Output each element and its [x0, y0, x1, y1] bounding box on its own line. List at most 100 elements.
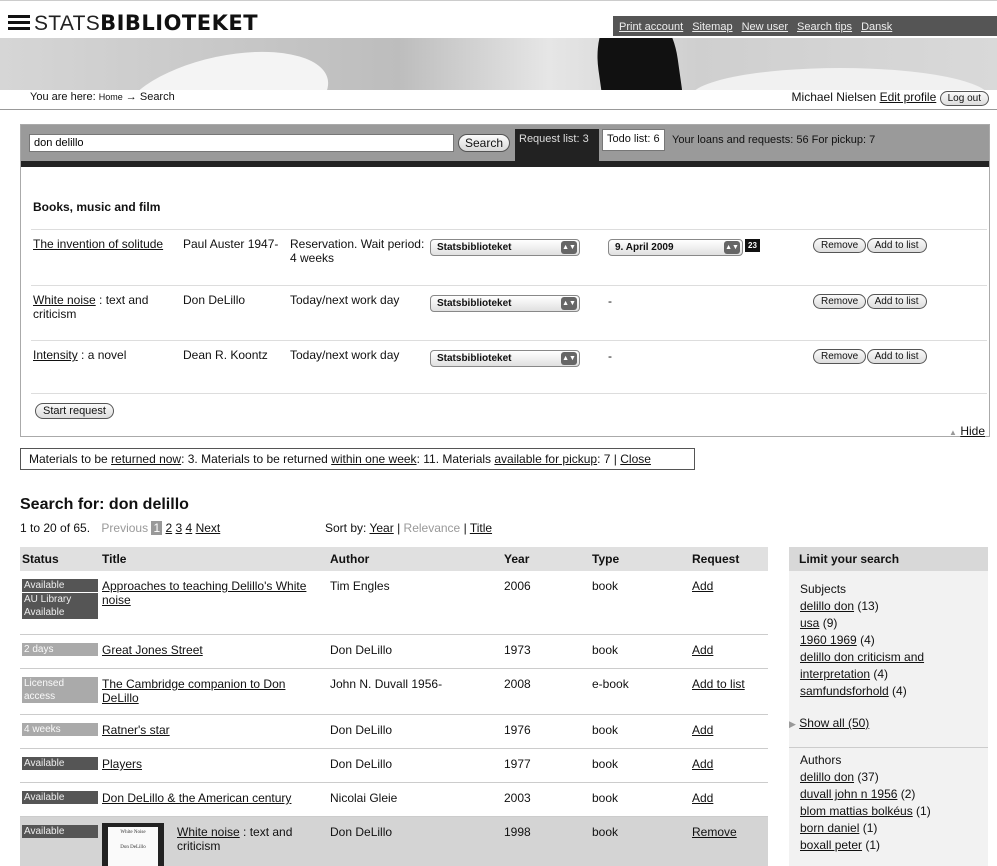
materials-notice: Materials to be returned now: 3. Materia… [20, 448, 695, 470]
add-to-list-button[interactable]: Add to list [866, 349, 927, 364]
add-to-list-button[interactable]: Add to list [866, 294, 927, 309]
nav-sitemap[interactable]: Sitemap [692, 21, 732, 33]
breadcrumb: You are here: Home → Search [30, 91, 175, 103]
loans-summary[interactable]: Your loans and requests: 56 For pickup: … [672, 134, 875, 146]
facet-link[interactable]: delillo don criticism and interpretation [800, 650, 924, 681]
result-title-link[interactable]: White noise [177, 825, 240, 839]
request-add-link[interactable]: Add [692, 723, 713, 737]
request-add-link[interactable]: Add [692, 643, 713, 657]
result-title-link[interactable]: Great Jones Street [102, 643, 203, 657]
book-cover-image[interactable]: White Noise Don DeLillo [102, 823, 164, 866]
result-year: 2006 [504, 579, 531, 593]
location-select[interactable]: Statsbiblioteket ▲▼ [430, 295, 580, 312]
date-value: - [608, 294, 612, 308]
nav-print-account[interactable]: Print account [619, 21, 683, 33]
tab-todo-list[interactable]: Todo list: 6 [602, 129, 665, 151]
column-type: Type [592, 552, 620, 566]
facet-link[interactable]: usa [800, 616, 819, 630]
column-status: Status [22, 552, 59, 566]
request-add-link[interactable]: Add [692, 757, 713, 771]
result-title-link[interactable]: The Cambridge companion to Don DeLillo [102, 677, 285, 705]
site-logo[interactable]: STATSBIBLIOTEKET [8, 11, 258, 36]
sidebar-title: Limit your search [789, 547, 988, 571]
status-badge: Licensed access [22, 677, 98, 703]
status-badge: AU Library Available [22, 593, 98, 619]
request-add-link[interactable]: Add [692, 791, 713, 805]
add-to-list-link[interactable]: Add to list [692, 677, 745, 691]
search-button[interactable]: Search [458, 134, 511, 152]
result-title-link[interactable]: Ratner's star [102, 723, 170, 737]
location-select[interactable]: Statsbiblioteket ▲▼ [430, 239, 580, 256]
calendar-icon[interactable]: 23 [745, 239, 760, 252]
search-bar: Search Request list: 3 Todo list: 6 Your… [21, 125, 989, 161]
result-author: Nicolai Gleie [330, 791, 398, 805]
within-one-week-link[interactable]: within one week [331, 452, 416, 466]
previous-link: Previous [101, 521, 149, 535]
divider [789, 747, 988, 748]
result-type: book [592, 579, 619, 593]
result-type: e-book [592, 677, 629, 691]
hide-link[interactable]: ▲ Hide [949, 424, 985, 438]
top-nav: Print account Sitemap New user Search tips D… [613, 16, 997, 36]
result-year: 1973 [504, 643, 531, 657]
authors-facet: Authors delillo don (37) duvall john n 1… [800, 752, 990, 854]
select-arrows-icon: ▲▼ [561, 241, 577, 254]
nav-dansk[interactable]: Dansk [861, 21, 892, 33]
facet-link[interactable]: duvall john n 1956 [800, 787, 897, 801]
breadcrumb-home[interactable]: Home [99, 92, 123, 102]
request-title: Intensity : a novel [33, 348, 127, 362]
subjects-facet: Subjects delillo don (13) usa (9) 1960 1… [800, 581, 980, 700]
edit-profile-link[interactable]: Edit profile [880, 90, 937, 104]
facet-link[interactable]: born daniel [800, 821, 859, 835]
column-author: Author [330, 552, 370, 566]
result-title-link[interactable]: Players [102, 757, 142, 771]
sort-controls: Sort by: Year | Relevance | Title [325, 521, 493, 535]
result-title-link[interactable]: Approaches to teaching Delillo's White n… [102, 579, 306, 607]
select-arrows-icon: ▲▼ [561, 297, 577, 310]
table-row: 4 weeks Ratner's star Don DeLillo 1976 b… [20, 715, 768, 749]
pagination: 1 to 20 of 65. Previous 1 2 3 4 Next [20, 521, 220, 535]
facet-link[interactable]: 1960 1969 [800, 633, 857, 647]
request-remove-link[interactable]: Remove [692, 825, 737, 839]
show-all-subjects[interactable]: ▶ Show all (50) [789, 715, 869, 733]
page-link-2[interactable]: 2 [165, 521, 172, 535]
nav-new-user[interactable]: New user [742, 21, 788, 33]
result-year: 1998 [504, 825, 531, 839]
result-year: 1976 [504, 723, 531, 737]
facet-link[interactable]: delillo don [800, 599, 854, 613]
result-type: book [592, 643, 619, 657]
start-request-button[interactable]: Start request [35, 403, 114, 419]
user-info: Michael Nielsen Edit profile Log out [792, 90, 989, 106]
date-select[interactable]: 9. April 2009 ▲▼ [608, 239, 743, 256]
add-to-list-button[interactable]: Add to list [866, 238, 927, 253]
tab-request-list[interactable]: Request list: 3 [515, 129, 599, 161]
arrow-icon: → [125, 91, 137, 103]
request-add-link[interactable]: Add [692, 579, 713, 593]
sort-year-link[interactable]: Year [369, 521, 393, 535]
page-link-4[interactable]: 4 [186, 521, 193, 535]
close-link[interactable]: Close [620, 452, 651, 466]
facet-link[interactable]: blom mattias bolkéus [800, 804, 913, 818]
remove-button[interactable]: Remove [813, 349, 867, 364]
logout-button[interactable]: Log out [939, 91, 989, 106]
request-title: The invention of solitude [33, 237, 164, 251]
facet-link[interactable]: delillo don [800, 770, 854, 784]
sort-title-link[interactable]: Title [470, 521, 492, 535]
facet-link[interactable]: samfundsforhold [800, 684, 889, 698]
facet-link[interactable]: boxall peter [800, 838, 862, 852]
table-row: Available Players Don DeLillo 1977 book … [20, 749, 768, 783]
available-for-pickup-link[interactable]: available for pickup [494, 452, 597, 466]
user-name: Michael Nielsen [791, 90, 877, 104]
page-link-3[interactable]: 3 [176, 521, 183, 535]
remove-button[interactable]: Remove [813, 238, 867, 253]
returned-now-link[interactable]: returned now [111, 452, 181, 466]
next-link[interactable]: Next [196, 521, 221, 535]
table-row: Available Don DeLillo & the American cen… [20, 783, 768, 817]
result-author: Don DeLillo [330, 825, 393, 839]
location-select[interactable]: Statsbiblioteket ▲▼ [430, 350, 580, 367]
search-input[interactable] [29, 134, 454, 152]
remove-button[interactable]: Remove [813, 294, 867, 309]
limit-search-panel: Limit your search Subjects delillo don (… [789, 547, 988, 866]
nav-search-tips[interactable]: Search tips [797, 21, 852, 33]
result-title-link[interactable]: Don DeLillo & the American century [102, 791, 291, 805]
